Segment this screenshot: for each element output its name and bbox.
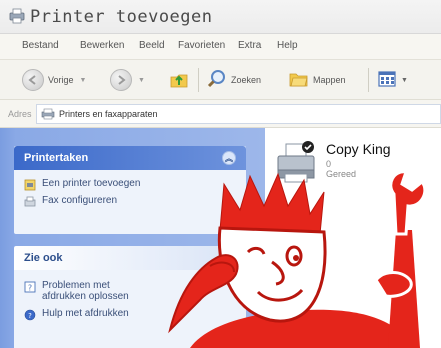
mascot-illustration — [150, 170, 441, 348]
menu-edit[interactable]: Bewerken — [80, 40, 124, 51]
forward-button[interactable]: ▼ — [110, 68, 145, 92]
search-button[interactable]: Zoeken — [206, 68, 261, 92]
menu-favorites[interactable]: Favorieten — [178, 40, 225, 51]
back-dropdown-icon[interactable]: ▼ — [80, 77, 87, 84]
printer-tasks-header[interactable]: Printertaken ︽ — [14, 146, 246, 170]
address-field[interactable]: Printers en faxapparaten — [36, 104, 441, 124]
collapse-icon[interactable]: ︽ — [222, 151, 236, 165]
address-value: Printers en faxapparaten — [59, 109, 158, 119]
forward-arrow-icon — [110, 69, 132, 91]
search-icon — [206, 68, 228, 92]
title-bar: Printer toevoegen — [0, 0, 441, 34]
menu-file[interactable]: Bestand — [22, 40, 59, 51]
up-folder-icon — [168, 68, 190, 92]
see-also-title: Zie ook — [24, 252, 63, 264]
views-icon — [376, 68, 398, 92]
printer-name: Copy King — [326, 141, 391, 157]
menu-bar: Bestand Bewerken Beeld Favorieten Extra … — [0, 34, 441, 60]
back-button[interactable]: Vorige ▼ — [22, 68, 86, 92]
svg-text:?: ? — [28, 284, 32, 293]
printer-document-count: 0 — [326, 159, 332, 169]
menu-tools[interactable]: Extra — [238, 40, 261, 51]
toolbar: Vorige ▼ ▼ Zoeken Mappen ▼ — [0, 60, 441, 100]
configure-fax-label: Fax configureren — [42, 195, 118, 206]
toolbar-separator — [368, 68, 369, 92]
back-label: Vorige — [48, 75, 74, 85]
svg-text:?: ? — [28, 312, 32, 320]
views-button[interactable]: ▼ — [376, 68, 408, 92]
troubleshoot-printing-label: Problemen met afdrukken oplossen — [42, 280, 129, 302]
address-label: Adres — [8, 109, 32, 119]
views-dropdown-icon[interactable]: ▼ — [401, 77, 408, 84]
explorer-window: Printer toevoegen Bestand Bewerken Beeld… — [0, 0, 441, 348]
add-printer-label: Een printer toevoegen — [42, 178, 141, 189]
fax-icon — [24, 196, 36, 208]
search-label: Zoeken — [231, 75, 262, 85]
toolbar-separator — [198, 68, 199, 92]
help-topic-icon: ? — [24, 281, 36, 293]
printer-folder-icon — [41, 108, 55, 120]
window-title: Printer toevoegen — [30, 7, 213, 27]
folders-label: Mappen — [313, 75, 346, 85]
printer-folder-icon — [8, 8, 26, 24]
address-bar: Adres Printers en faxapparaten — [0, 100, 441, 128]
up-folder-button[interactable] — [168, 68, 190, 92]
printer-tasks-title: Printertaken — [24, 152, 89, 164]
printing-help-label: Hulp met afdrukken — [42, 308, 129, 319]
add-printer-icon — [24, 179, 36, 191]
folders-icon — [288, 68, 310, 92]
menu-view[interactable]: Beeld — [139, 40, 165, 51]
back-arrow-icon — [22, 69, 44, 91]
help-icon: ? — [24, 309, 36, 321]
forward-dropdown-icon[interactable]: ▼ — [138, 77, 145, 84]
menu-help[interactable]: Help — [277, 40, 298, 51]
folders-button[interactable]: Mappen — [288, 68, 346, 92]
